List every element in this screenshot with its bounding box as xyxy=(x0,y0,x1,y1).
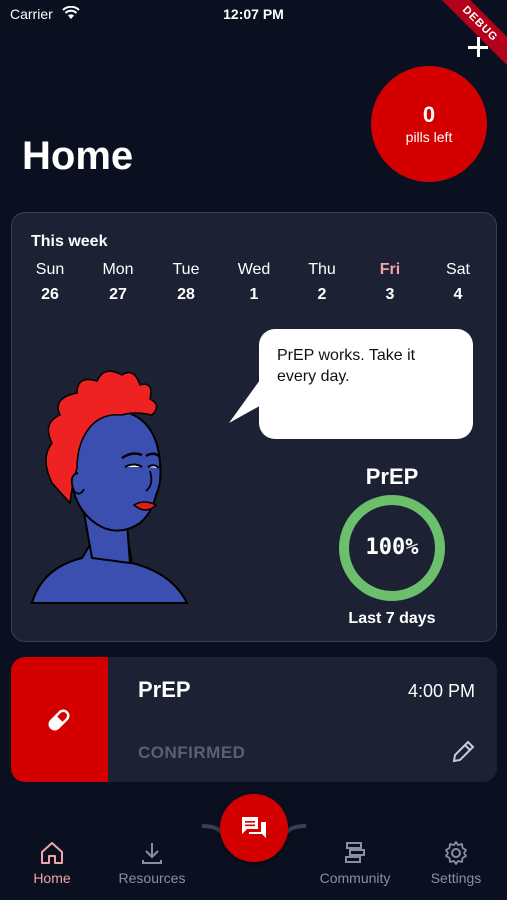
day-date: 1 xyxy=(249,286,259,303)
status-clock: 12:07 PM xyxy=(223,6,284,22)
nav-label: Home xyxy=(33,870,71,886)
day-thu[interactable]: Thu 2 xyxy=(292,261,352,304)
day-date: 4 xyxy=(453,286,463,303)
day-sat[interactable]: Sat 4 xyxy=(428,261,488,304)
pills-count: 0 xyxy=(422,102,436,127)
avatar-illustration xyxy=(30,370,189,604)
adherence-value: 100% xyxy=(365,535,419,560)
nav-community[interactable]: Community xyxy=(312,840,398,886)
day-name: Fri xyxy=(379,261,401,278)
adherence-label: PrEP xyxy=(365,464,419,489)
day-tue[interactable]: Tue 28 xyxy=(156,261,216,304)
nav-label: Community xyxy=(319,870,391,886)
reminder-color-strip xyxy=(11,657,108,782)
week-days: Sun 26 Mon 27 Tue 28 Wed 1 Thu 2 Fri 3 S… xyxy=(12,261,498,311)
day-name: Thu xyxy=(308,261,336,278)
home-icon xyxy=(41,842,63,864)
nav-settings[interactable]: Settings xyxy=(424,840,488,886)
pill-icon xyxy=(48,709,70,731)
day-name: Wed xyxy=(237,261,271,278)
week-card: This week Sun 26 Mon 27 Tue 28 Wed 1 Thu… xyxy=(11,212,497,642)
day-name: Sun xyxy=(35,261,65,278)
reminder-name: PrEP xyxy=(138,677,191,702)
download-icon xyxy=(142,843,162,864)
day-date: 3 xyxy=(385,286,395,303)
nav-home[interactable]: Home xyxy=(22,840,82,886)
reminder-status: CONFIRMED xyxy=(138,743,246,762)
reminder-time: 4:00 PM xyxy=(407,681,475,701)
day-name: Sat xyxy=(445,261,470,278)
add-button[interactable] xyxy=(465,34,491,60)
day-name: Tue xyxy=(172,261,200,278)
bottom-nav: Home Resources Community Settings xyxy=(0,830,507,900)
day-sun[interactable]: Sun 26 xyxy=(20,261,80,304)
speech-bubble: PrEP works. Take it every day. xyxy=(259,329,473,439)
edit-icon[interactable] xyxy=(449,738,477,766)
page-title: Home xyxy=(22,134,134,178)
nav-label: Resources xyxy=(118,870,186,886)
day-name: Mon xyxy=(102,261,134,278)
status-bar: Carrier 12:07 PM DEBUG xyxy=(0,0,507,70)
day-fri[interactable]: Fri 3 xyxy=(360,261,420,304)
nav-resources[interactable]: Resources xyxy=(112,840,192,886)
adherence-caption: Last 7 days xyxy=(348,610,436,627)
pills-label: pills left xyxy=(405,129,453,145)
gear-icon xyxy=(445,841,467,865)
community-icon xyxy=(345,842,365,863)
day-date: 28 xyxy=(177,286,195,303)
week-title: This week xyxy=(31,233,108,250)
day-wed[interactable]: Wed 1 xyxy=(224,261,284,304)
day-date: 27 xyxy=(109,286,127,303)
day-date: 2 xyxy=(317,286,327,303)
reminder-card[interactable]: PrEP 4:00 PM CONFIRMED xyxy=(11,657,497,782)
day-mon[interactable]: Mon 27 xyxy=(88,261,148,304)
day-date: 26 xyxy=(41,286,59,303)
pills-left-badge[interactable]: 0 pills left xyxy=(371,66,487,182)
nav-label: Settings xyxy=(430,870,482,886)
